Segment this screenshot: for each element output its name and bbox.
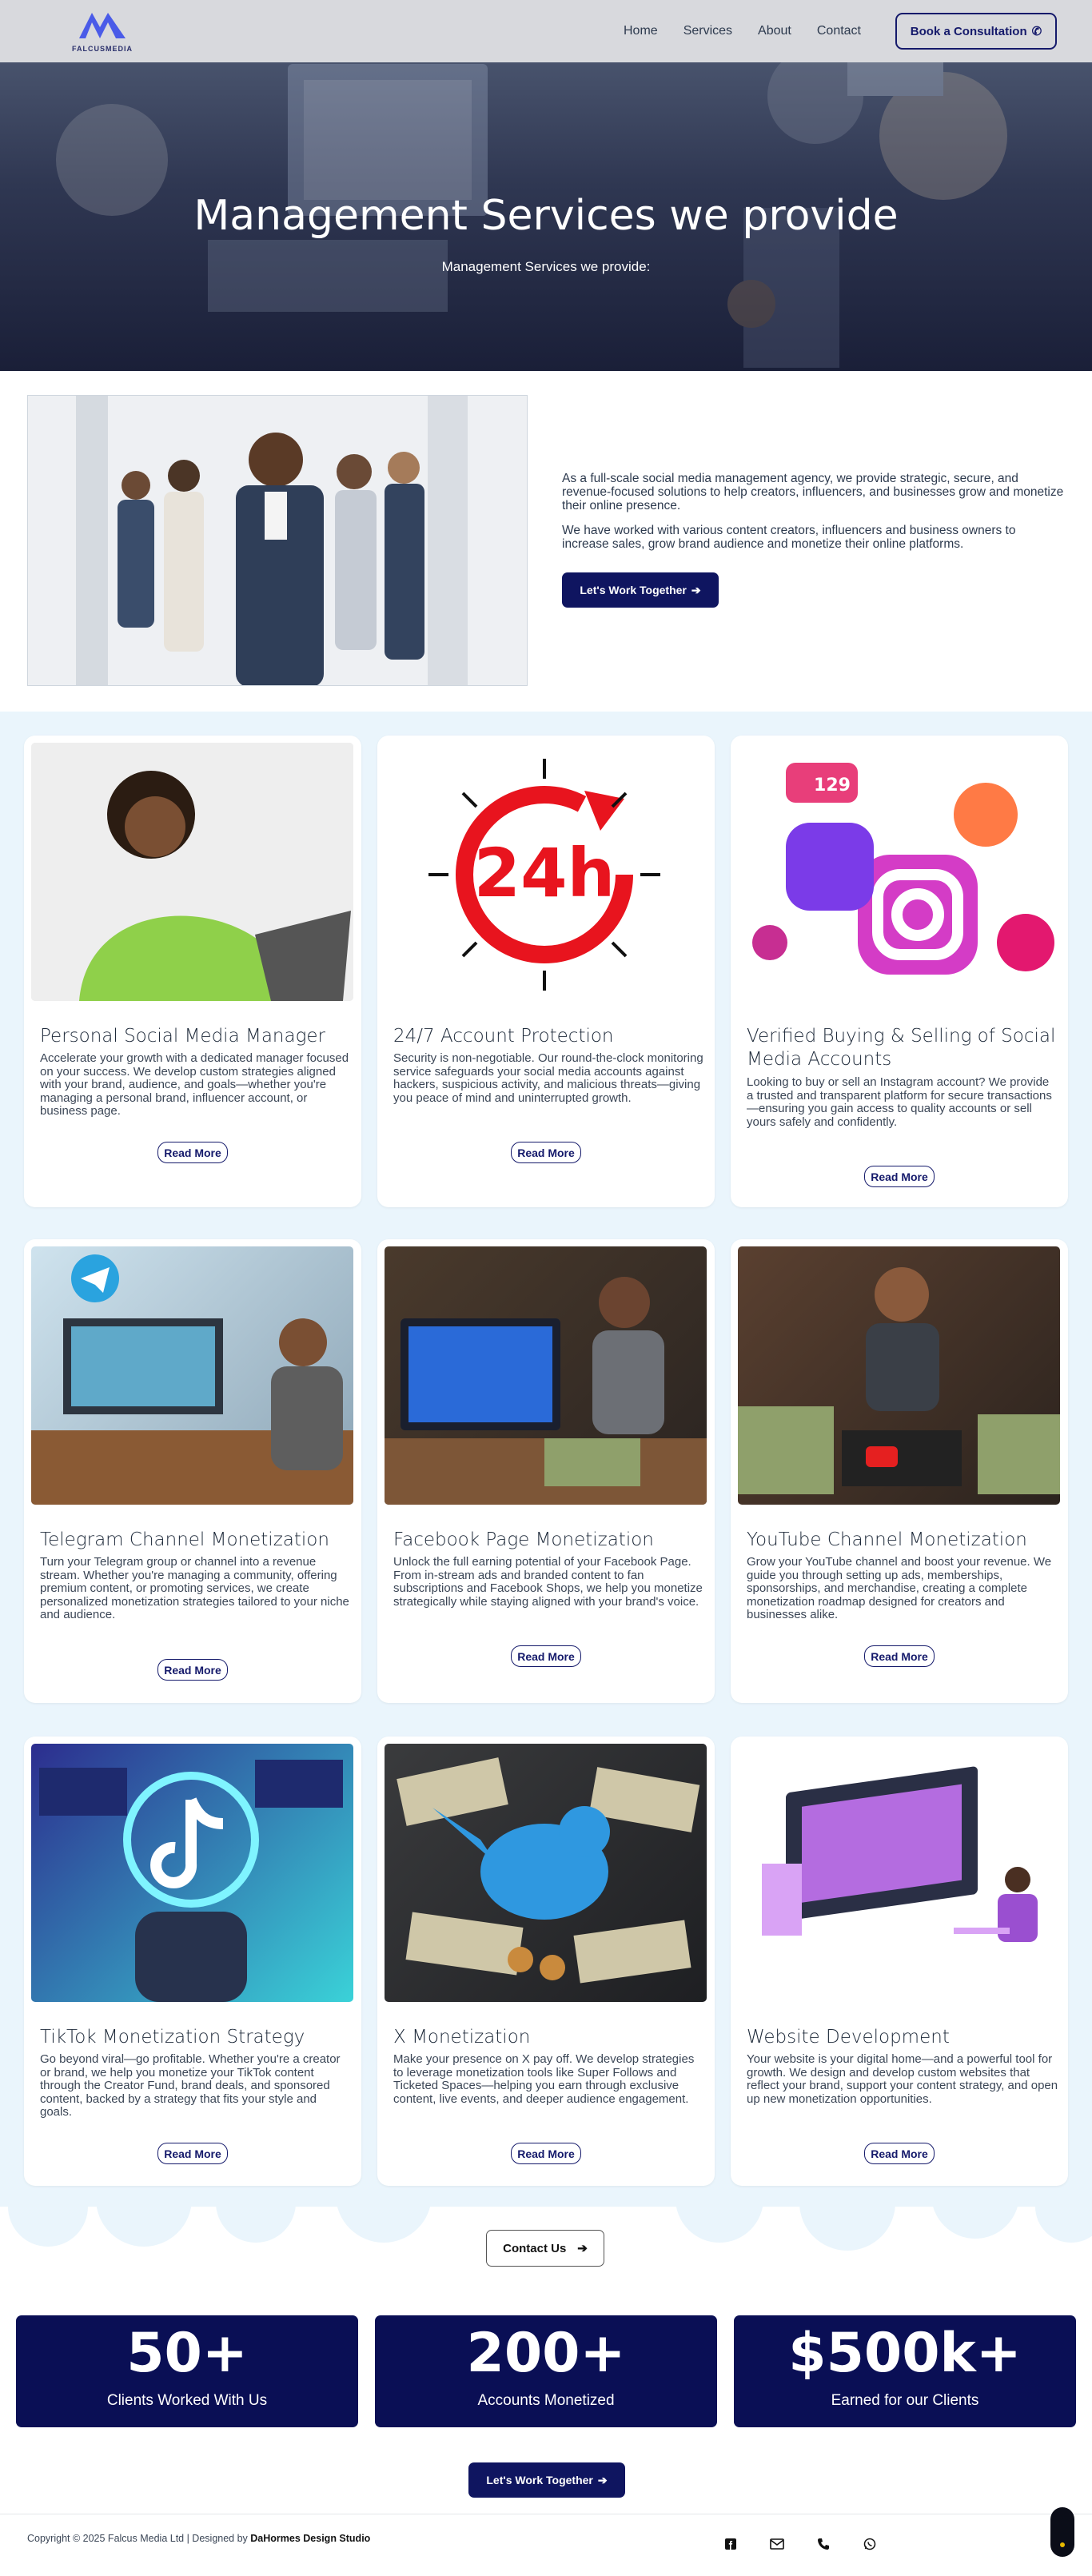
contact-us-button[interactable]: Contact Us ➔ <box>486 2230 604 2267</box>
service-description: Go beyond viral—go profitable. Whether y… <box>40 2052 341 2119</box>
hero-subtitle: Management Services we provide: <box>441 259 651 274</box>
about-paragraph-1: As a full-scale social media management … <box>562 472 1064 512</box>
team-photo <box>27 395 528 686</box>
service-card: 24h 24/7 Account Protection Security is … <box>377 736 715 1207</box>
read-more-button[interactable]: Read More <box>864 1645 935 1667</box>
nav-contact[interactable]: Contact <box>817 24 861 38</box>
arrow-right-icon: ➔ <box>597 2473 608 2486</box>
arrow-right-icon: ➔ <box>577 2242 588 2255</box>
service-title: Website Development <box>747 2027 950 2048</box>
service-card: Telegram Channel Monetization Turn your … <box>24 1239 361 1703</box>
footer-copyright: Copyright © 2025 Falcus Media Ltd | Desi… <box>27 2533 370 2544</box>
facebook-icon[interactable] <box>723 2536 739 2552</box>
service-card: YouTube Channel Monetization Grow your Y… <box>731 1239 1068 1703</box>
read-more-button[interactable]: Read More <box>157 1142 228 1163</box>
service-image-facebook-laptop <box>385 1246 707 1505</box>
designer-link[interactable]: DaHormes Design Studio <box>250 2533 370 2544</box>
about-text: As a full-scale social media management … <box>562 472 1064 562</box>
service-title: Verified Buying & Selling of Social Medi… <box>747 1026 1056 1070</box>
about-section: As a full-scale social media management … <box>0 371 1092 712</box>
phone-icon: ✆ <box>1031 25 1042 38</box>
nav-about[interactable]: About <box>758 24 791 38</box>
read-more-button[interactable]: Read More <box>511 1142 581 1163</box>
service-card: Personal Social Media Manager Accelerate… <box>24 736 361 1207</box>
arrow-right-icon: ➔ <box>691 583 701 596</box>
stat-card: 50+ Clients Worked With Us <box>16 2315 358 2427</box>
read-more-button[interactable]: Read More <box>511 2143 581 2164</box>
nav-services[interactable]: Services <box>683 24 732 38</box>
service-description: Accelerate your growth with a dedicated … <box>40 1051 349 1118</box>
about-paragraph-2: We have worked with various content crea… <box>562 524 1016 551</box>
book-consultation-label: Book a Consultation <box>910 24 1027 38</box>
read-more-button[interactable]: Read More <box>157 2143 228 2164</box>
service-card: Website Development Your website is your… <box>731 1737 1068 2186</box>
nav-links: Home Services About Contact <box>624 0 861 62</box>
stat-number: $500k+ <box>788 2322 1022 2385</box>
logo-icon <box>79 13 126 38</box>
scroll-indicator-icon <box>1060 2542 1065 2547</box>
service-description: Your website is your digital home—and a … <box>747 2052 1058 2106</box>
clock-24h-text: 24h <box>474 834 616 912</box>
service-title: YouTube Channel Monetization <box>747 1529 1027 1550</box>
service-card: TikTok Monetization Strategy Go beyond v… <box>24 1737 361 2186</box>
read-more-button[interactable]: Read More <box>511 1645 581 1667</box>
book-consultation-button[interactable]: Book a Consultation ✆ <box>895 13 1057 50</box>
service-card: 129 Verified Buying & Selling of Social … <box>731 736 1068 1207</box>
service-title: Personal Social Media Manager <box>40 1026 325 1047</box>
service-title: Telegram Channel Monetization <box>40 1529 329 1550</box>
service-title: Facebook Page Monetization <box>393 1529 654 1550</box>
service-image-tiktok <box>31 1744 353 2002</box>
read-more-button[interactable]: Read More <box>864 2143 935 2164</box>
service-description: Unlock the full earning potential of you… <box>393 1555 703 1609</box>
scroll-to-top-button[interactable] <box>1050 2507 1074 2557</box>
service-description: Make your presence on X pay off. We deve… <box>393 2052 695 2106</box>
stat-label: Clients Worked With Us <box>106 2392 268 2409</box>
top-navbar: FALCUSMEDIA Home Services About Contact … <box>0 0 1092 62</box>
lets-work-together-label: Let's Work Together <box>486 2474 593 2486</box>
hero-title: Management Services we provide <box>193 192 899 240</box>
stat-number: 50+ <box>126 2322 248 2385</box>
service-image-bird-money <box>385 1744 707 2002</box>
brand-logo[interactable]: FALCUSMEDIA <box>72 8 133 54</box>
stat-card: $500k+ Earned for our Clients <box>734 2315 1076 2427</box>
service-image-instagram-3d: 129 <box>738 743 1060 1001</box>
services-section: Personal Social Media Manager Accelerate… <box>0 712 1092 2223</box>
service-card: X Monetization Make your presence on X p… <box>377 1737 715 2186</box>
service-description: Security is non-negotiable. Our round-th… <box>393 1051 703 1105</box>
lets-work-together-label: Let's Work Together <box>580 584 687 596</box>
service-description: Grow your YouTube channel and boost your… <box>747 1555 1052 1621</box>
whatsapp-icon[interactable] <box>862 2536 878 2552</box>
service-title: X Monetization <box>393 2027 531 2048</box>
copyright-text: Copyright © 2025 Falcus Media Ltd | Desi… <box>27 2533 251 2544</box>
service-description: Looking to buy or sell an Instagram acco… <box>747 1075 1052 1129</box>
email-icon[interactable] <box>769 2536 785 2552</box>
nav-home[interactable]: Home <box>624 24 658 38</box>
service-image-web-dev <box>738 1744 1060 2002</box>
stat-card: 200+ Accounts Monetized <box>375 2315 717 2427</box>
service-card: Facebook Page Monetization Unlock the fu… <box>377 1239 715 1703</box>
instagram-likes-text: 129 <box>814 776 851 796</box>
service-description: Turn your Telegram group or channel into… <box>40 1555 349 1621</box>
lets-work-together-button[interactable]: Let's Work Together ➔ <box>562 572 719 608</box>
service-image-telegram <box>31 1246 353 1505</box>
footer-social-icons <box>723 2536 878 2552</box>
service-title: TikTok Monetization Strategy <box>40 2027 305 2048</box>
stat-number: 200+ <box>466 2322 626 2385</box>
contact-us-label: Contact Us <box>503 2241 567 2255</box>
service-image-clock-24h: 24h <box>385 743 707 1001</box>
service-title: 24/7 Account Protection <box>393 1026 614 1047</box>
read-more-button[interactable]: Read More <box>157 1659 228 1681</box>
lets-work-together-bottom-button[interactable]: Let's Work Together ➔ <box>468 2462 625 2498</box>
read-more-button[interactable]: Read More <box>864 1166 935 1187</box>
service-image-youtube-studio <box>738 1246 1060 1505</box>
stat-label: Accounts Monetized <box>477 2392 615 2409</box>
service-image-person-laptop <box>31 743 353 1001</box>
phone-icon[interactable] <box>815 2536 831 2552</box>
stat-label: Earned for our Clients <box>831 2392 979 2409</box>
logo-text: FALCUSMEDIA <box>72 45 133 53</box>
